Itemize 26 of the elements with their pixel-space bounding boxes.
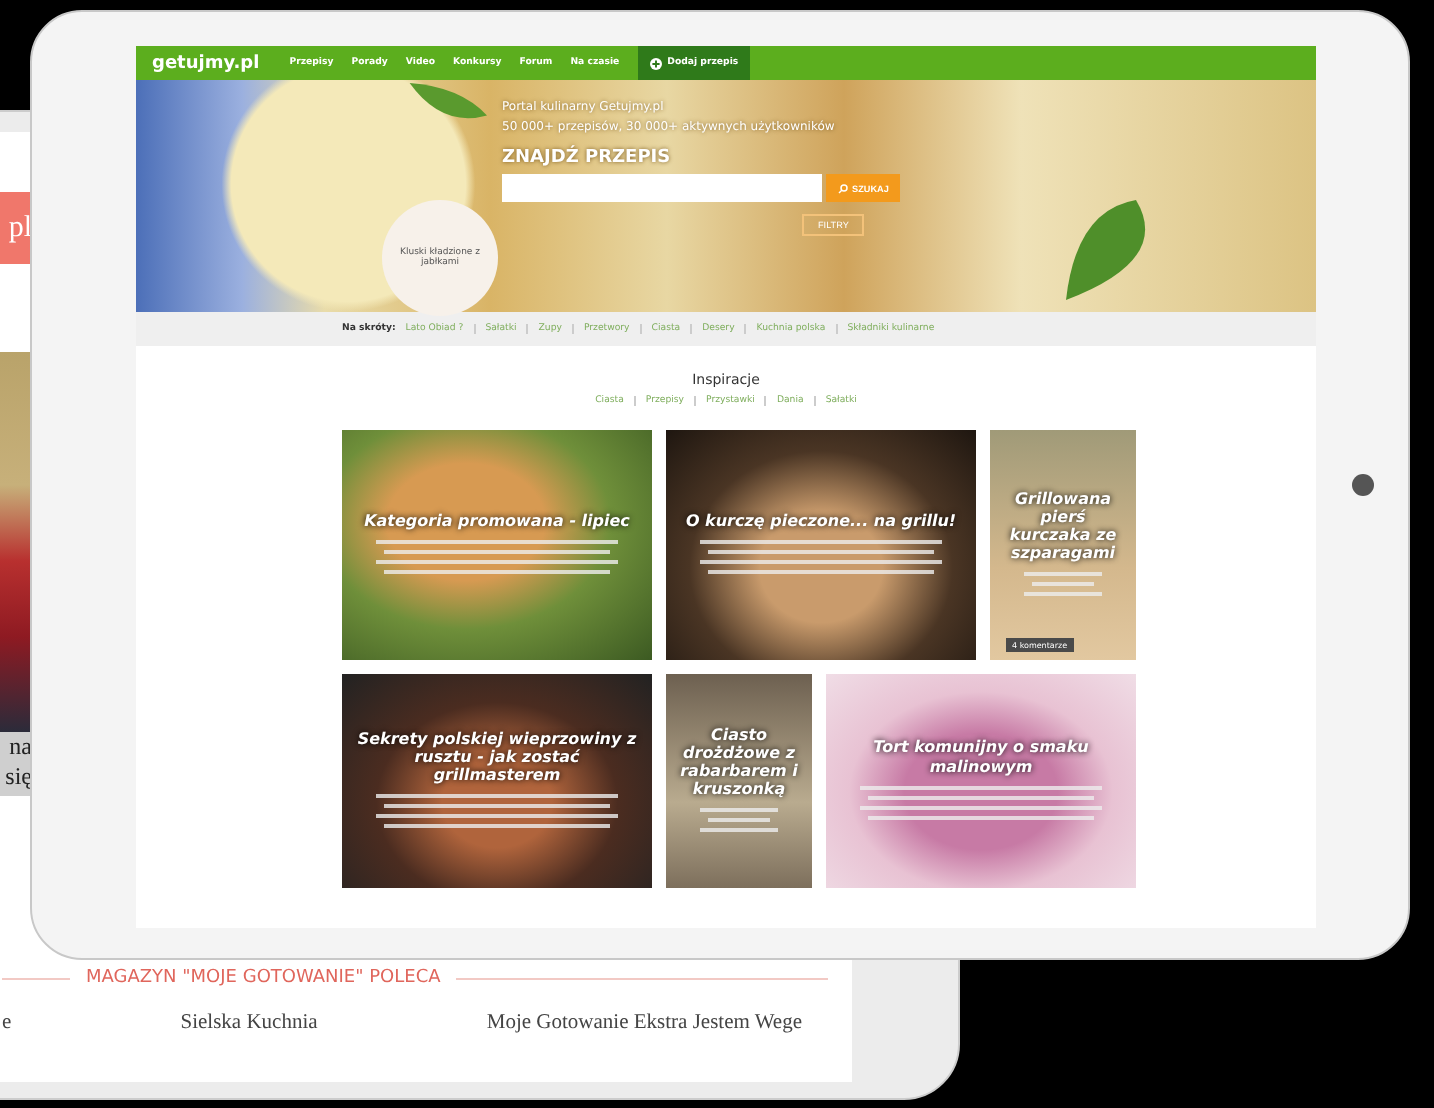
site-header: pl	[0, 192, 32, 264]
search-heading: ZNAJDŹ PRZEPIS	[502, 148, 673, 168]
recipe-card[interactable]: Kategoria promowana - lipiec	[342, 430, 652, 660]
magazine-title: e	[2, 1012, 12, 1034]
card-title: Ciasto drożdżowe z rabarbarem i kruszonką	[678, 725, 800, 799]
recipe-card[interactable]: O kurczę pieczone... na grillu!	[666, 430, 976, 660]
magazine-title: Sielska Kuchnia	[180, 1012, 318, 1034]
blurred-text-drawing	[1020, 570, 1106, 601]
section-title: MAGAZYN "MOJE GOTOWANIE" POLECA	[86, 968, 441, 988]
search-field[interactable]	[502, 174, 822, 202]
blurred-text-drawing	[696, 806, 782, 837]
magazine-title: Moje Gotowanie Ekstra Jestem Wege	[486, 1012, 802, 1034]
site-logo[interactable]: getujmy.pl	[152, 53, 260, 73]
caption-text: na	[9, 732, 32, 762]
camera-icon	[1352, 474, 1374, 496]
plus-icon	[649, 57, 662, 69]
caption-text: się	[5, 762, 32, 792]
card-title: Tort komunijny o smaku malinowym	[871, 738, 1091, 776]
card-title: Grillowana pierś kurczaka ze szparagami	[1007, 489, 1119, 563]
card-title: O kurczę pieczone... na grillu!	[685, 511, 957, 531]
search-icon	[838, 183, 848, 193]
card-title: Kategoria promowana - lipiec	[364, 511, 630, 531]
recipe-card[interactable]: Sekrety polskiej wieprzowiny z rusztu - jak zostać grillmasterem	[342, 674, 652, 888]
card-title: Sekrety polskiej wieprzowiny z rusztu - jak zostać grillmasterem	[355, 729, 639, 785]
recipe-card[interactable]: Tort komunijny o smaku malinowym	[826, 674, 1136, 888]
recipe-card[interactable]: Ciasto drożdżowe z rabarbarem i kruszonką	[666, 674, 812, 888]
